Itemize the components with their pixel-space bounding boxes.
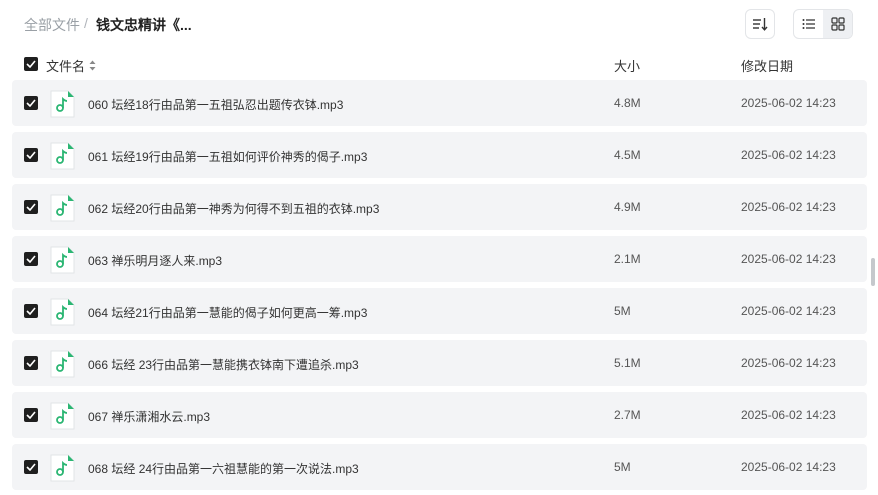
- sort-button[interactable]: [745, 9, 775, 39]
- checkmark-icon: [26, 307, 36, 315]
- file-size: 4.5M: [614, 148, 641, 162]
- file-size: 2.1M: [614, 252, 641, 266]
- audio-file-icon: [50, 246, 75, 274]
- audio-file-icon: [50, 402, 75, 430]
- sort-icon: [753, 18, 768, 31]
- file-size: 4.9M: [614, 200, 641, 214]
- file-size: 4.8M: [614, 96, 641, 110]
- sort-arrows-icon: [89, 60, 96, 71]
- audio-file-icon: [50, 298, 75, 326]
- checkmark-icon: [26, 203, 36, 211]
- file-date: 2025-06-02 14:23: [741, 408, 836, 422]
- column-header-name-label: 文件名: [46, 59, 86, 74]
- file-date: 2025-06-02 14:23: [741, 460, 836, 474]
- file-name[interactable]: 063 禅乐明月逐人来.mp3: [88, 252, 222, 269]
- file-name[interactable]: 068 坛经 24行由品第一六祖慧能的第一次说法.mp3: [88, 460, 359, 477]
- file-date: 2025-06-02 14:23: [741, 252, 836, 266]
- file-row[interactable]: 062 坛经20行由品第一神秀为何得不到五祖的衣钵.mp3 4.9M 2025-…: [12, 184, 867, 230]
- file-list: 060 坛经18行由品第一五祖弘忍出题传衣钵.mp3 4.8M 2025-06-…: [12, 80, 867, 495]
- row-checkbox[interactable]: [24, 200, 38, 214]
- table-header: 文件名 大小 修改日期: [0, 50, 878, 78]
- row-checkbox[interactable]: [24, 96, 38, 110]
- row-checkbox[interactable]: [24, 148, 38, 162]
- checkmark-icon: [26, 60, 36, 68]
- list-view-icon: [802, 19, 815, 29]
- file-size: 2.7M: [614, 408, 641, 422]
- breadcrumb-root[interactable]: 全部文件: [24, 15, 80, 35]
- file-size: 5M: [614, 460, 631, 474]
- file-row[interactable]: 068 坛经 24行由品第一六祖慧能的第一次说法.mp3 5M 2025-06-…: [12, 444, 867, 490]
- audio-file-icon: [50, 350, 75, 378]
- grid-view-icon: [830, 17, 845, 31]
- grid-view-button[interactable]: [823, 10, 852, 38]
- column-header-name[interactable]: 文件名: [46, 56, 96, 75]
- file-row[interactable]: 060 坛经18行由品第一五祖弘忍出题传衣钵.mp3 4.8M 2025-06-…: [12, 80, 867, 126]
- file-size: 5.1M: [614, 356, 641, 370]
- file-row[interactable]: 061 坛经19行由品第一五祖如何评价神秀的偈子.mp3 4.5M 2025-0…: [12, 132, 867, 178]
- view-toggle-group: [793, 9, 853, 39]
- row-checkbox[interactable]: [24, 408, 38, 422]
- file-name[interactable]: 060 坛经18行由品第一五祖弘忍出题传衣钵.mp3: [88, 96, 343, 113]
- row-checkbox[interactable]: [24, 252, 38, 266]
- file-date: 2025-06-02 14:23: [741, 304, 836, 318]
- file-name[interactable]: 067 禅乐潇湘水云.mp3: [88, 408, 210, 425]
- checkmark-icon: [26, 255, 36, 263]
- row-checkbox[interactable]: [24, 460, 38, 474]
- audio-file-icon: [50, 90, 75, 118]
- audio-file-icon: [50, 142, 75, 170]
- file-name[interactable]: 062 坛经20行由品第一神秀为何得不到五祖的衣钵.mp3: [88, 200, 379, 217]
- top-bar: 全部文件 / 钱文忠精讲《...: [0, 0, 878, 48]
- audio-file-icon: [50, 454, 75, 482]
- checkmark-icon: [26, 411, 36, 419]
- file-row[interactable]: 064 坛经21行由品第一慧能的偈子如何更高一筹.mp3 5M 2025-06-…: [12, 288, 867, 334]
- breadcrumb-current[interactable]: 钱文忠精讲《...: [96, 15, 192, 35]
- file-name[interactable]: 061 坛经19行由品第一五祖如何评价神秀的偈子.mp3: [88, 148, 367, 165]
- file-date: 2025-06-02 14:23: [741, 356, 836, 370]
- file-name[interactable]: 064 坛经21行由品第一慧能的偈子如何更高一筹.mp3: [88, 304, 367, 321]
- list-view-button[interactable]: [794, 10, 823, 38]
- file-size: 5M: [614, 304, 631, 318]
- column-header-date[interactable]: 修改日期: [741, 56, 793, 75]
- file-row[interactable]: 067 禅乐潇湘水云.mp3 2.7M 2025-06-02 14:23: [12, 392, 867, 438]
- row-checkbox[interactable]: [24, 304, 38, 318]
- checkmark-icon: [26, 359, 36, 367]
- row-checkbox[interactable]: [24, 356, 38, 370]
- file-date: 2025-06-02 14:23: [741, 200, 836, 214]
- file-date: 2025-06-02 14:23: [741, 96, 836, 110]
- audio-file-icon: [50, 194, 75, 222]
- file-date: 2025-06-02 14:23: [741, 148, 836, 162]
- column-header-size[interactable]: 大小: [614, 56, 640, 75]
- checkmark-icon: [26, 99, 36, 107]
- file-name[interactable]: 066 坛经 23行由品第一慧能携衣钵南下遭追杀.mp3: [88, 356, 359, 373]
- scrollbar-thumb[interactable]: [871, 258, 875, 286]
- checkmark-icon: [26, 151, 36, 159]
- breadcrumb-separator: /: [84, 15, 88, 31]
- file-row[interactable]: 063 禅乐明月逐人来.mp3 2.1M 2025-06-02 14:23: [12, 236, 867, 282]
- checkmark-icon: [26, 463, 36, 471]
- select-all-checkbox[interactable]: [24, 57, 38, 71]
- file-row[interactable]: 066 坛经 23行由品第一慧能携衣钵南下遭追杀.mp3 5.1M 2025-0…: [12, 340, 867, 386]
